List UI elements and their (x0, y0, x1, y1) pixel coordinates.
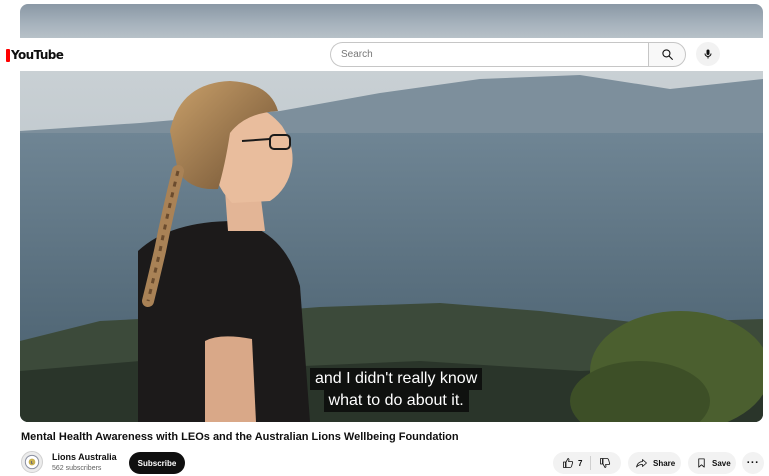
save-label: Save (712, 458, 731, 468)
share-icon (636, 459, 647, 468)
channel-name[interactable]: Lions Australia (52, 452, 117, 462)
youtube-logo[interactable]: YouTube (6, 47, 64, 63)
share-button[interactable]: Share (628, 452, 681, 474)
share-label: Share (653, 458, 676, 468)
caption-line-2: what to do about it. (323, 390, 469, 412)
voice-search-button[interactable] (696, 42, 720, 66)
more-actions-button[interactable]: ··· (742, 452, 764, 474)
channel-avatar[interactable]: L (21, 451, 43, 473)
dislike-icon (600, 458, 611, 468)
search-button[interactable] (648, 42, 686, 67)
save-icon (698, 458, 705, 468)
subscribe-button[interactable]: Subscribe (129, 452, 185, 474)
save-button[interactable]: Save (688, 452, 736, 474)
top-header: YouTube (0, 38, 769, 71)
dislike-button[interactable] (591, 452, 611, 474)
like-count: 7 (578, 458, 583, 468)
like-dislike-group: 7 (553, 452, 621, 474)
subscriber-count: 562 subscribers (52, 465, 102, 472)
caption-line-1: and I didn't really know (310, 368, 483, 390)
channel-avatar-icon: L (24, 454, 40, 470)
search-input[interactable] (330, 42, 648, 67)
video-player[interactable]: and I didn't really know what to do abou… (20, 71, 763, 422)
like-button[interactable]: 7 (553, 452, 582, 474)
previous-video-thumbnail-strip (20, 4, 763, 38)
mic-icon (704, 49, 712, 59)
search-icon (661, 49, 673, 60)
logo-text: YouTube (11, 48, 64, 62)
more-icon: ··· (746, 457, 760, 469)
like-icon (563, 458, 574, 468)
search-bar (330, 42, 686, 67)
video-title: Mental Health Awareness with LEOs and th… (21, 431, 459, 443)
video-caption: and I didn't really know what to do abou… (310, 368, 483, 412)
youtube-logo-icon (6, 48, 10, 62)
